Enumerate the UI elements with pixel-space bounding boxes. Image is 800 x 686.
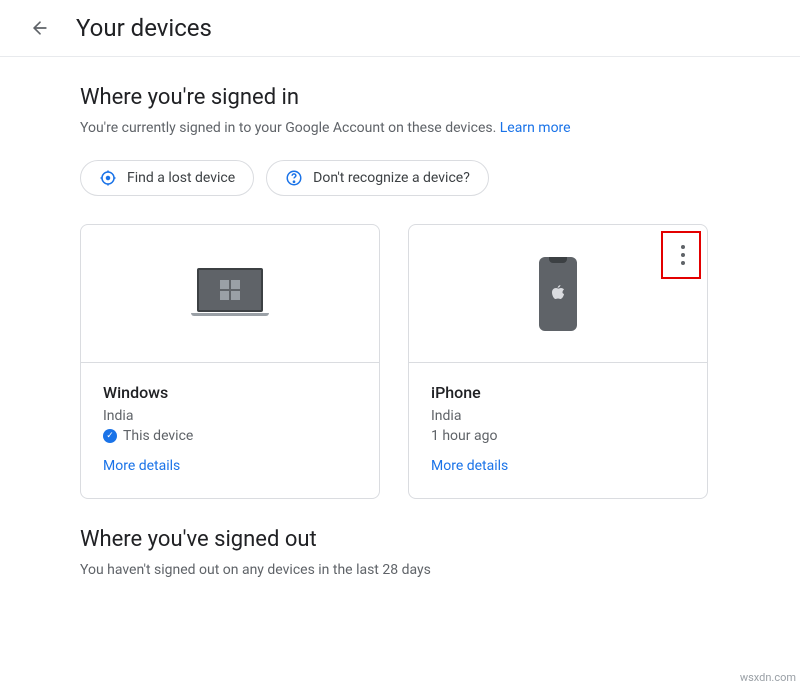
device-location: India	[431, 408, 685, 424]
more-details-link[interactable]: More details	[431, 458, 685, 474]
device-status: 1 hour ago	[431, 428, 685, 444]
dont-recognize-label: Don't recognize a device?	[313, 170, 470, 186]
verified-check-icon	[103, 429, 117, 443]
device-location: India	[103, 408, 357, 424]
signed-in-subtitle: You're currently signed in to your Googl…	[80, 120, 770, 136]
windows-logo-icon	[220, 280, 240, 300]
device-card-iphone: iPhone India 1 hour ago More details	[408, 224, 708, 499]
device-cards: Windows India This device More details	[80, 224, 770, 499]
back-arrow-icon[interactable]	[28, 16, 52, 40]
find-lost-device-button[interactable]: Find a lost device	[80, 160, 254, 196]
dont-recognize-button[interactable]: Don't recognize a device?	[266, 160, 489, 196]
action-pill-row: Find a lost device Don't recognize a dev…	[80, 160, 770, 196]
help-icon	[285, 169, 303, 187]
apple-logo-icon	[551, 284, 565, 303]
watermark: wsxdn.com	[740, 671, 796, 684]
target-icon	[99, 169, 117, 187]
phone-icon	[539, 257, 577, 331]
device-illustration	[409, 225, 707, 363]
signed-out-heading: Where you've signed out	[80, 527, 770, 552]
page-header: Your devices	[0, 0, 800, 57]
device-illustration	[81, 225, 379, 363]
signed-in-section: Where you're signed in You're currently …	[0, 57, 800, 499]
device-status: This device	[103, 428, 357, 444]
find-lost-device-label: Find a lost device	[127, 170, 235, 186]
device-status-text: 1 hour ago	[431, 428, 497, 444]
device-name: iPhone	[431, 383, 685, 402]
more-details-link[interactable]: More details	[103, 458, 357, 474]
signed-out-subtitle: You haven't signed out on any devices in…	[80, 562, 770, 578]
signed-out-section: Where you've signed out You haven't sign…	[0, 499, 800, 578]
device-name: Windows	[103, 383, 357, 402]
signed-in-subtitle-text: You're currently signed in to your Googl…	[80, 120, 500, 136]
device-card-windows: Windows India This device More details	[80, 224, 380, 499]
device-status-text: This device	[123, 428, 193, 444]
device-menu-button[interactable]	[671, 237, 695, 273]
laptop-icon	[191, 268, 269, 320]
learn-more-link[interactable]: Learn more	[500, 120, 571, 136]
page-title: Your devices	[76, 14, 212, 42]
signed-in-heading: Where you're signed in	[80, 85, 770, 110]
